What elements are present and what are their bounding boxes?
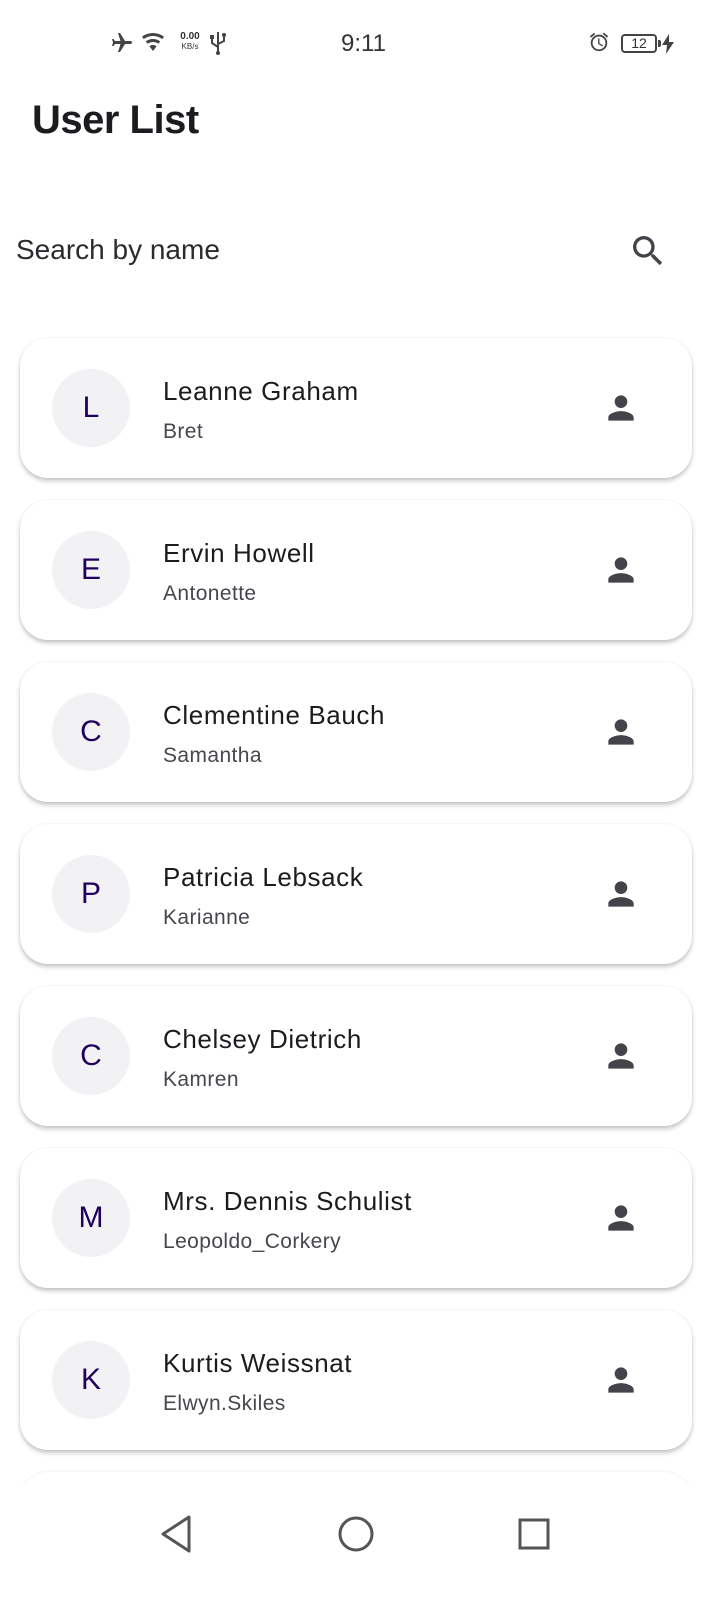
- search-input[interactable]: [16, 228, 576, 272]
- avatar: E: [52, 531, 130, 609]
- user-name: Ervin Howell: [163, 538, 315, 568]
- back-icon: [158, 1514, 194, 1559]
- person-icon[interactable]: [602, 713, 640, 751]
- user-list: L Leanne Graham Bret E Ervin Howell Anto…: [20, 338, 692, 1472]
- user-card[interactable]: M Mrs. Dennis Schulist Leopoldo_Corkery: [20, 1148, 692, 1288]
- user-card[interactable]: C Chelsey Dietrich Kamren: [20, 986, 692, 1126]
- user-name: Chelsey Dietrich: [163, 1024, 362, 1054]
- search-button[interactable]: [620, 228, 676, 278]
- back-button[interactable]: [146, 1506, 206, 1566]
- charging-icon: [662, 34, 674, 59]
- user-name: Kurtis Weissnat: [163, 1348, 353, 1378]
- user-name: Clementine Bauch: [163, 700, 386, 730]
- recents-icon: [516, 1516, 552, 1557]
- battery-icon: 12: [621, 34, 661, 53]
- person-icon[interactable]: [602, 875, 640, 913]
- avatar: K: [52, 1341, 130, 1419]
- avatar: P: [52, 855, 130, 933]
- search-icon: [628, 231, 668, 276]
- avatar: M: [52, 1179, 130, 1257]
- user-username: Samantha: [163, 744, 262, 767]
- battery-level: 12: [631, 35, 647, 51]
- avatar: C: [52, 1017, 130, 1095]
- user-username: Antonette: [163, 582, 257, 605]
- page-title: User List: [32, 98, 199, 142]
- user-username: Karianne: [163, 906, 251, 929]
- user-card[interactable]: K Kurtis Weissnat Elwyn.Skiles: [20, 1310, 692, 1450]
- user-card[interactable]: L Leanne Graham Bret: [20, 338, 692, 478]
- person-icon[interactable]: [602, 1361, 640, 1399]
- user-username: Bret: [163, 420, 204, 443]
- navigation-bar: [0, 1486, 727, 1600]
- home-button[interactable]: [326, 1506, 386, 1566]
- avatar: C: [52, 693, 130, 771]
- home-icon: [336, 1514, 376, 1559]
- user-name: Patricia Lebsack: [163, 862, 364, 892]
- user-name: Mrs. Dennis Schulist: [163, 1186, 412, 1216]
- person-icon[interactable]: [602, 389, 640, 427]
- user-username: Leopoldo_Corkery: [163, 1230, 342, 1253]
- user-card[interactable]: C Clementine Bauch Samantha: [20, 662, 692, 802]
- person-icon[interactable]: [602, 1037, 640, 1075]
- user-username: Elwyn.Skiles: [163, 1392, 286, 1415]
- avatar: L: [52, 369, 130, 447]
- status-bar: 0.00 KB/s 9:11 12: [0, 0, 727, 88]
- user-card[interactable]: P Patricia Lebsack Karianne: [20, 824, 692, 964]
- recents-button[interactable]: [504, 1506, 564, 1566]
- user-card[interactable]: E Ervin Howell Antonette: [20, 500, 692, 640]
- search-bar: [0, 212, 727, 292]
- app-screen: 0.00 KB/s 9:11 12 User List L Leanne: [0, 0, 727, 1600]
- status-time: 9:11: [341, 30, 386, 57]
- user-username: Kamren: [163, 1068, 239, 1091]
- person-icon[interactable]: [602, 551, 640, 589]
- alarm-icon: [588, 30, 610, 59]
- user-name: Leanne Graham: [163, 376, 359, 406]
- person-icon[interactable]: [602, 1199, 640, 1237]
